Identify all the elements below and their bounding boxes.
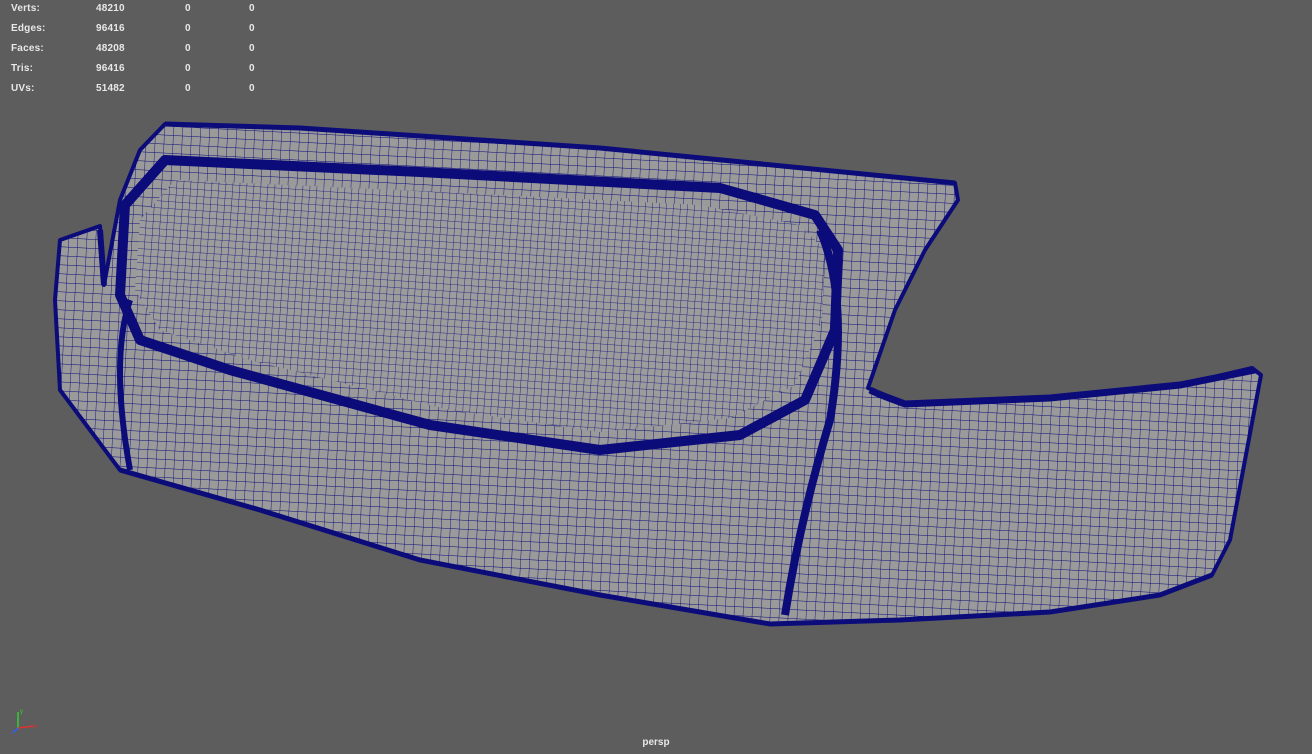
hud-component: 0	[249, 43, 255, 54]
hud-total: 96416	[96, 63, 125, 74]
camera-name-label: persp	[642, 737, 670, 748]
hud-row-tris: Tris: 96416 0 0	[0, 60, 270, 80]
hud-total: 51482	[96, 83, 125, 94]
hud-component: 0	[249, 3, 255, 14]
hud-label: Tris:	[11, 63, 34, 74]
x-axis-line	[17, 725, 35, 729]
hud-component: 0	[249, 23, 255, 34]
hud-row-verts: Verts: 48210 0 0	[0, 0, 270, 20]
hud-total: 48210	[96, 3, 125, 14]
3d-viewport[interactable]: Verts: 48210 0 0 Edges: 96416 0 0 Faces: 48208 0 0 T…	[0, 0, 1312, 754]
hud-row-uvs: UVs: 51482 0 0	[0, 80, 270, 100]
hud-selected: 0	[185, 63, 191, 74]
hud-component: 0	[249, 63, 255, 74]
poly-count-hud: Verts: 48210 0 0 Edges: 96416 0 0 Faces: 48208 0 0 T…	[0, 0, 270, 100]
hud-label: Edges:	[11, 23, 46, 34]
wireframe-mesh[interactable]	[0, 0, 1312, 754]
hud-selected: 0	[185, 83, 191, 94]
hud-row-edges: Edges: 96416 0 0	[0, 20, 270, 40]
hud-label: Verts:	[11, 3, 40, 14]
hud-row-faces: Faces: 48208 0 0	[0, 40, 270, 60]
hud-total: 96416	[96, 23, 125, 34]
hud-label: UVs:	[11, 83, 35, 94]
xyz-axis-icon: y x z	[12, 709, 38, 736]
hud-selected: 0	[185, 43, 191, 54]
hud-total: 48208	[96, 43, 125, 54]
hud-selected: 0	[185, 23, 191, 34]
svg-text:z: z	[12, 730, 15, 736]
svg-text:x: x	[35, 724, 38, 730]
svg-text:y: y	[20, 709, 23, 715]
hud-component: 0	[249, 83, 255, 94]
hud-selected: 0	[185, 3, 191, 14]
hud-label: Faces:	[11, 43, 44, 54]
